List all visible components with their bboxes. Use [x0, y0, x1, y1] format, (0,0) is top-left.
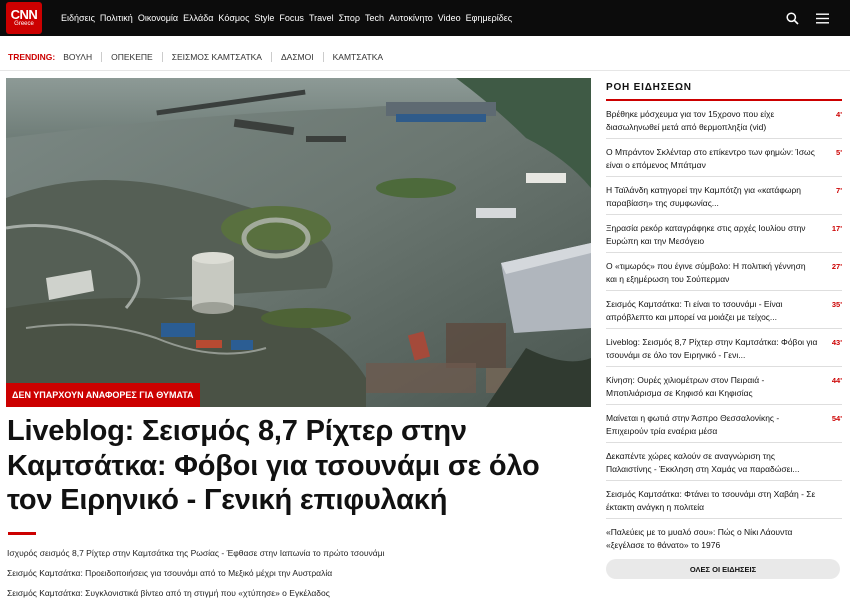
- list-item[interactable]: Σεισμός Καμτσάτκα: Τι είναι το τσουνάμι …: [606, 291, 842, 329]
- list-item[interactable]: Βρέθηκε μόσχευμα για τον 15χρονο που είχ…: [606, 101, 842, 139]
- news-item-text[interactable]: Βρέθηκε μόσχευμα για τον 15χρονο που είχ…: [606, 108, 818, 134]
- cnn-greece-logo[interactable]: CNN Greece: [6, 2, 42, 34]
- news-feed-title: ΡΟΗ ΕΙΔΗΣΕΩΝ: [606, 82, 692, 93]
- news-item-text[interactable]: «Παλεύεις με το μυαλό σου»: Πώς ο Νίκι Λ…: [606, 526, 818, 552]
- trending-item[interactable]: ΚΑΜΤΣΑΤΚΑ: [322, 52, 392, 62]
- trending-item[interactable]: ΣΕΙΣΜΟΣ ΚΑΜΤΣΑΤΚΑ: [161, 52, 271, 62]
- list-item[interactable]: Ο «τιμωρός» που έγινε σύμβολο: Η πολιτικ…: [606, 253, 842, 291]
- news-item-text[interactable]: Σεισμός Καμτσάτκα: Τι είναι το τσουνάμι …: [606, 298, 818, 324]
- trending-label: TRENDING:: [8, 52, 56, 62]
- news-feed-list: Βρέθηκε μόσχευμα για τον 15χρονο που είχ…: [606, 101, 842, 557]
- news-item-age: 43': [831, 338, 842, 347]
- trending-bar: TRENDING: ΒΟΥΛΗ ΟΠΕΚΕΠΕ ΣΕΙΣΜΟΣ ΚΑΜΤΣΑΤΚ…: [8, 48, 392, 66]
- hero-image[interactable]: [6, 78, 591, 407]
- trending-item[interactable]: ΒΟΥΛΗ: [63, 52, 101, 62]
- hero-category-tag[interactable]: ΔΕΝ ΥΠΑΡΧΟΥΝ ΑΝΑΦΟΡΕΣ ΓΙΑ ΘΥΜΑΤΑ: [6, 383, 200, 407]
- news-item-age: 7': [836, 186, 842, 195]
- nav-item-newspapers[interactable]: Εφημερίδες: [466, 13, 513, 23]
- news-item-age: [822, 488, 842, 518]
- news-item-text[interactable]: Ο «τιμωρός» που έγινε σύμβολο: Η πολιτικ…: [606, 260, 818, 286]
- list-item[interactable]: Η Ταϊλάνδη κατηγορεί την Καμπότζη για «κ…: [606, 177, 842, 215]
- trending-item[interactable]: ΔΑΣΜΟΙ: [270, 52, 323, 62]
- nav-item-tech[interactable]: Tech: [365, 13, 384, 23]
- main-nav: Ειδήσεις Πολιτική Οικονομία Ελλάδα Κόσμο…: [61, 0, 512, 36]
- hero-headline[interactable]: Liveblog: Σεισμός 8,7 Ρίχτερ στην Καμτσά…: [7, 414, 592, 518]
- nav-item-focus[interactable]: Focus: [279, 13, 304, 23]
- search-icon[interactable]: [784, 10, 800, 26]
- news-item-age: 4': [836, 110, 842, 119]
- list-item[interactable]: «Παλεύεις με το μυαλό σου»: Πώς ο Νίκι Λ…: [606, 519, 842, 557]
- related-link[interactable]: Σεισμός Καμτσάτκα: Συγκλονιστικά βίντεο …: [7, 586, 592, 606]
- all-news-button[interactable]: ΟΛΕΣ ΟΙ ΕΙΔΗΣΕΙΣ: [606, 559, 840, 579]
- related-links: Ισχυρός σεισμός 8,7 Ρίχτερ στην Καμτσάτκ…: [7, 546, 592, 606]
- list-item[interactable]: Σεισμός Καμτσάτκα: Φτάνει το τσουνάμι στ…: [606, 481, 842, 519]
- trending-item[interactable]: ΟΠΕΚΕΠΕ: [101, 52, 162, 62]
- nav-item-world[interactable]: Κόσμος: [218, 13, 249, 23]
- related-link[interactable]: Σεισμός Καμτσάτκα: Προειδοποιήσεις για τ…: [7, 566, 592, 586]
- nav-item-sports[interactable]: Σπορ: [339, 13, 360, 23]
- news-item-age: 44': [831, 376, 842, 385]
- divider: [0, 70, 850, 71]
- nav-item-news[interactable]: Ειδήσεις: [61, 13, 95, 23]
- news-feed: ΡΟΗ ΕΙΔΗΣΕΩΝ Βρέθηκε μόσχευμα για τον 15…: [606, 78, 842, 557]
- news-item-text[interactable]: Κίνηση: Ουρές χιλιομέτρων στον Πειραιά -…: [606, 374, 818, 400]
- list-item[interactable]: Μαίνεται η φωτιά στην Άσπρο Θεσσαλονίκης…: [606, 405, 842, 443]
- news-item-text[interactable]: Σεισμός Καμτσάτκα: Φτάνει το τσουνάμι στ…: [606, 488, 818, 514]
- news-item-age: 27': [831, 262, 842, 271]
- news-item-age: 35': [831, 300, 842, 309]
- news-item-text[interactable]: Liveblog: Σεισμός 8,7 Ρίχτερ στην Καμτσά…: [606, 336, 818, 362]
- news-item-age: 17': [831, 224, 842, 233]
- nav-item-economy[interactable]: Οικονομία: [138, 13, 178, 23]
- news-item-text[interactable]: Ο Μπράντον Σκλένταρ στο επίκεντρο των φη…: [606, 146, 818, 172]
- nav-item-greece[interactable]: Ελλάδα: [183, 13, 213, 23]
- news-item-age: [822, 526, 842, 557]
- news-item-age: 5': [836, 148, 842, 157]
- list-item[interactable]: Κίνηση: Ουρές χιλιομέτρων στον Πειραιά -…: [606, 367, 842, 405]
- news-item-text[interactable]: Ξηρασία ρεκόρ καταγράφηκε στις αρχές Ιου…: [606, 222, 818, 248]
- logo-subtext: Greece: [14, 21, 34, 27]
- news-item-text[interactable]: Μαίνεται η φωτιά στην Άσπρο Θεσσαλονίκης…: [606, 412, 818, 438]
- news-item-text[interactable]: Η Ταϊλάνδη κατηγορεί την Καμπότζη για «κ…: [606, 184, 818, 210]
- nav-item-travel[interactable]: Travel: [309, 13, 334, 23]
- list-item[interactable]: Ο Μπράντον Σκλένταρ στο επίκεντρο των φη…: [606, 139, 842, 177]
- news-item-text[interactable]: Δεκαπέντε χώρες καλούν σε αναγνώριση της…: [606, 450, 818, 476]
- nav-item-auto[interactable]: Αυτοκίνητο: [389, 13, 433, 23]
- nav-item-video[interactable]: Video: [438, 13, 461, 23]
- related-link[interactable]: Ισχυρός σεισμός 8,7 Ρίχτερ στην Καμτσάτκ…: [7, 546, 592, 566]
- list-item[interactable]: Liveblog: Σεισμός 8,7 Ρίχτερ στην Καμτσά…: [606, 329, 842, 367]
- top-header: CNN Greece Ειδήσεις Πολιτική Οικονομία Ε…: [0, 0, 850, 36]
- nav-item-politics[interactable]: Πολιτική: [100, 13, 133, 23]
- logo-text: CNN: [10, 7, 38, 22]
- news-item-age: 54': [831, 414, 842, 423]
- menu-icon[interactable]: [814, 10, 830, 26]
- headline-accent-rule: [8, 532, 36, 535]
- list-item[interactable]: Ξηρασία ρεκόρ καταγράφηκε στις αρχές Ιου…: [606, 215, 842, 253]
- news-item-age: [822, 450, 842, 480]
- list-item[interactable]: Δεκαπέντε χώρες καλούν σε αναγνώριση της…: [606, 443, 842, 481]
- nav-item-style[interactable]: Style: [254, 13, 274, 23]
